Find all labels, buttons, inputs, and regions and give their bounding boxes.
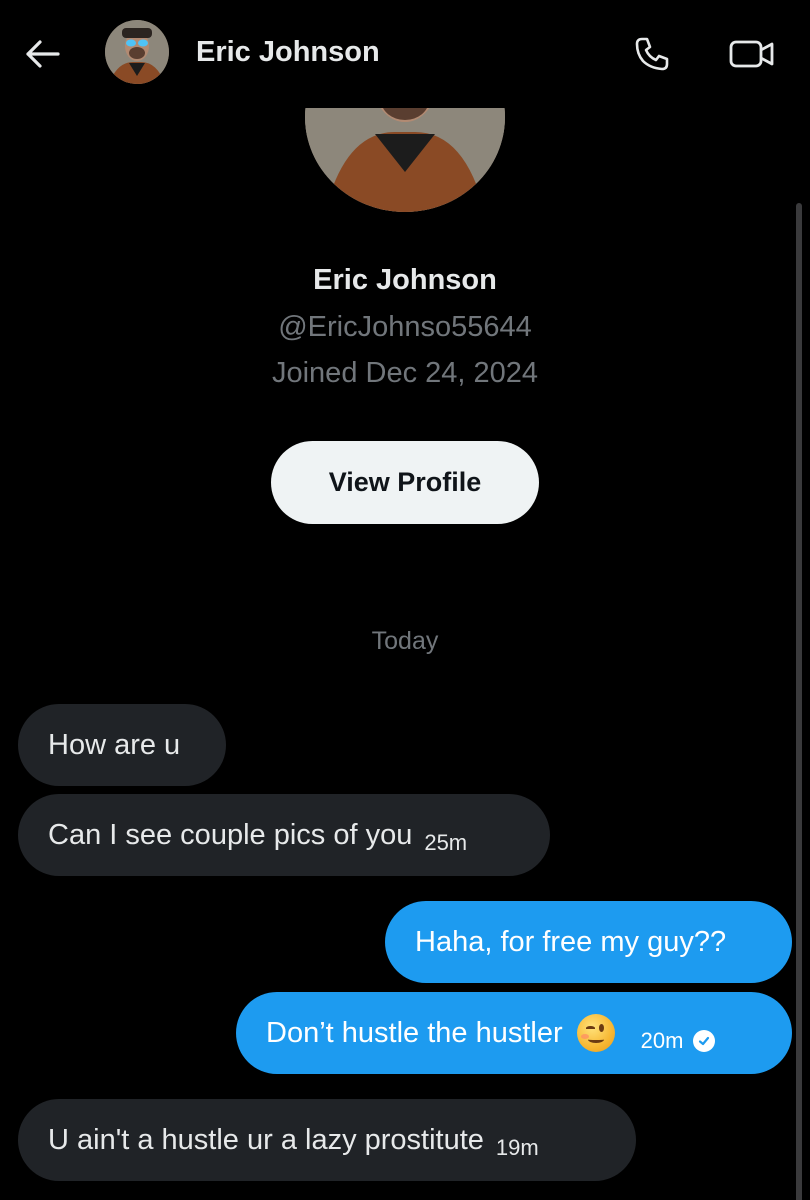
message-text: Haha, for free my guy?? <box>415 925 727 958</box>
message-text: U ain't a hustle ur a lazy prostitute <box>48 1123 484 1156</box>
message-timestamp: 20m <box>640 1028 684 1053</box>
message-text: Don’t hustle the hustler <box>266 1016 563 1049</box>
back-button[interactable] <box>22 34 62 74</box>
message-bubble-incoming[interactable]: U ain't a hustle ur a lazy prostitute 19… <box>18 1099 636 1181</box>
video-camera-icon <box>729 40 774 68</box>
winking-face-emoji-icon <box>576 1014 615 1052</box>
profile-joined-date: Joined Dec 24, 2024 <box>271 357 539 389</box>
phone-icon <box>635 37 669 71</box>
message-bubble-outgoing[interactable]: Haha, for free my guy?? <box>385 901 792 983</box>
message-bubble-incoming[interactable]: Can I see couple pics of you 25m <box>18 794 550 876</box>
profile-handle: @EricJohnso55644 <box>278 311 532 343</box>
view-profile-button[interactable]: View Profile <box>271 441 539 524</box>
call-button[interactable] <box>628 32 676 76</box>
date-divider: Today <box>371 627 439 655</box>
header-contact-name[interactable]: Eric Johnson <box>196 36 380 69</box>
sent-check-icon <box>693 1030 716 1052</box>
message-text: How are u <box>48 728 181 761</box>
message-text: Can I see couple pics of you <box>48 818 413 851</box>
scrollbar[interactable] <box>796 203 802 1200</box>
message-timestamp: 25m <box>424 830 468 855</box>
conversation-header: Eric Johnson <box>0 0 810 108</box>
avatar-photo-image <box>105 20 169 84</box>
profile-name: Eric Johnson <box>313 264 497 296</box>
dm-conversation-screen: Eric Johnson Eric Johnson @EricJohnso556… <box>0 0 810 1200</box>
message-bubble-outgoing[interactable]: Don’t hustle the hustler 20m <box>236 992 792 1074</box>
message-timestamp: 19m <box>495 1135 539 1160</box>
arrow-left-icon <box>26 40 60 68</box>
video-call-button[interactable] <box>726 32 778 76</box>
message-bubble-incoming[interactable]: How are u <box>18 704 226 786</box>
header-avatar[interactable] <box>105 20 169 84</box>
